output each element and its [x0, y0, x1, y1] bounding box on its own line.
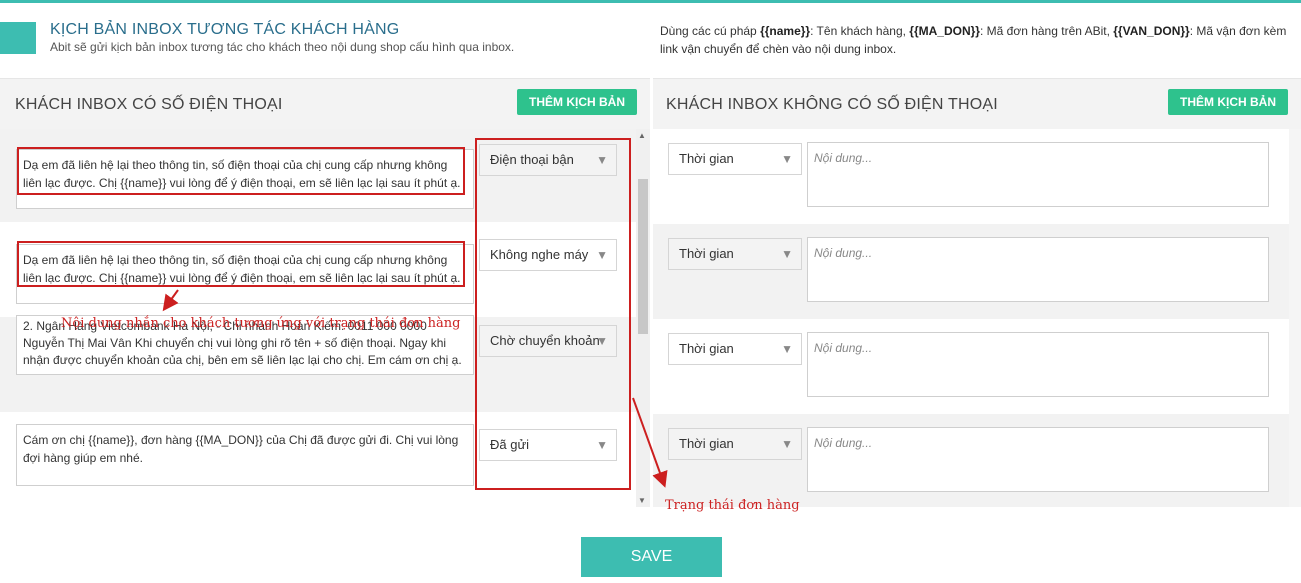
hint-madon-token: {{MA_DON}}: [909, 24, 980, 38]
add-script-button-no-phone[interactable]: THÊM KỊCH BẢN: [1168, 89, 1288, 115]
script-row: Thời gian ▼ Nội dung...: [653, 319, 1289, 414]
time-select-value: Thời gian: [679, 246, 734, 261]
content-textarea[interactable]: Nội dung...: [807, 237, 1269, 302]
time-select[interactable]: Thời gian ▼: [668, 238, 802, 270]
time-select[interactable]: Thời gian ▼: [668, 428, 802, 460]
page-subtitle: Abit sẽ gửi kịch bản inbox tương tác cho…: [50, 40, 515, 54]
phone-inbox-panel-header: KHÁCH INBOX CÓ SỐ ĐIỆN THOẠI THÊM KỊCH B…: [0, 79, 650, 129]
chevron-down-icon: ▼: [781, 342, 793, 356]
scroll-thumb[interactable]: [638, 179, 648, 334]
hint-madon-desc: : Mã đơn hàng trên ABit,: [979, 24, 1114, 38]
annotation-message-note: Nội dung nhắn cho khách tương ứng với tr…: [61, 316, 461, 331]
phone-inbox-scrollbar[interactable]: ▲ ▼: [636, 129, 650, 507]
content-textarea[interactable]: Nội dung...: [807, 332, 1269, 397]
chevron-down-icon: ▼: [781, 437, 793, 451]
message-textarea[interactable]: Cám ơn chị {{name}}, đơn hàng {{MA_DON}}…: [16, 424, 474, 486]
script-row: Thời gian ▼ Nội dung...: [653, 414, 1289, 507]
page-title: KỊCH BẢN INBOX TƯƠNG TÁC KHÁCH HÀNG: [50, 21, 400, 38]
annotation-box-message-1: [17, 147, 465, 195]
annotation-status-note: Trạng thái đơn hàng: [665, 498, 800, 513]
time-select-value: Thời gian: [679, 436, 734, 451]
no-phone-inbox-scrollbar[interactable]: [1289, 129, 1301, 507]
hint-name-desc: : Tên khách hàng,: [810, 24, 910, 38]
time-select-value: Thời gian: [679, 151, 734, 166]
content-textarea[interactable]: Nội dung...: [807, 142, 1269, 207]
scroll-down-icon[interactable]: ▼: [638, 496, 646, 505]
time-select[interactable]: Thời gian ▼: [668, 143, 802, 175]
content-textarea[interactable]: Nội dung...: [807, 427, 1269, 492]
add-script-button-phone[interactable]: THÊM KỊCH BẢN: [517, 89, 637, 115]
hint-vandon-token: {{VAN_DON}}: [1113, 24, 1190, 38]
header-accent-block: [0, 22, 36, 54]
chevron-down-icon: ▼: [781, 247, 793, 261]
script-row: Thời gian ▼ Nội dung...: [653, 129, 1289, 224]
hint-prefix: Dùng các cú pháp: [660, 24, 761, 38]
no-phone-inbox-panel-title: KHÁCH INBOX KHÔNG CÓ SỐ ĐIỆN THOẠI: [666, 96, 998, 113]
no-phone-inbox-list[interactable]: Thời gian ▼ Nội dung... Thời gian ▼ Nội …: [653, 129, 1289, 507]
annotation-box-status-column: [475, 138, 631, 490]
time-select-value: Thời gian: [679, 341, 734, 356]
no-phone-inbox-panel: KHÁCH INBOX KHÔNG CÓ SỐ ĐIỆN THOẠI THÊM …: [653, 78, 1301, 507]
chevron-down-icon: ▼: [781, 152, 793, 166]
no-phone-inbox-panel-header: KHÁCH INBOX KHÔNG CÓ SỐ ĐIỆN THOẠI THÊM …: [653, 79, 1301, 129]
phone-inbox-panel-title: KHÁCH INBOX CÓ SỐ ĐIỆN THOẠI: [15, 96, 283, 113]
scroll-up-icon[interactable]: ▲: [638, 131, 646, 140]
script-row: Thời gian ▼ Nội dung...: [653, 224, 1289, 319]
time-select[interactable]: Thời gian ▼: [668, 333, 802, 365]
save-button[interactable]: SAVE: [581, 537, 722, 577]
annotation-box-message-2: [17, 241, 465, 287]
top-accent-rule: [0, 0, 1301, 3]
hint-name-token: {{name}}: [760, 24, 811, 38]
syntax-hint: Dùng các cú pháp {{name}}: Tên khách hàn…: [660, 22, 1296, 58]
